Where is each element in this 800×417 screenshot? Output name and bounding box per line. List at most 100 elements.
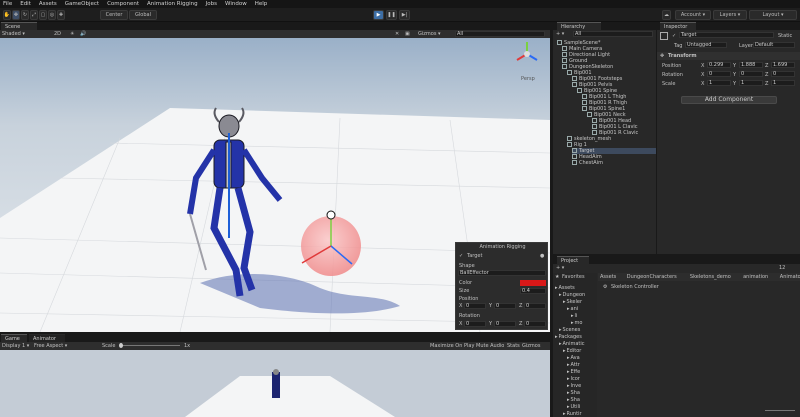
rot-z-field[interactable]: 0 — [524, 321, 546, 327]
project-folder[interactable]: ▸Dungeon — [559, 292, 585, 298]
rotate-tool-icon[interactable]: ↻ — [21, 10, 29, 20]
menu-item[interactable]: Jobs — [206, 1, 217, 7]
tab-animator[interactable]: Animator — [29, 334, 65, 342]
overlay-settings-icon[interactable]: ● — [540, 253, 544, 259]
persp-label[interactable]: Persp — [521, 76, 535, 82]
tab-inspector[interactable]: Inspector — [660, 22, 696, 30]
pos-z-field[interactable]: 0 — [524, 303, 546, 309]
project-folder[interactable]: ▸Scenes — [559, 327, 580, 333]
account-dropdown[interactable]: Account ▾ — [675, 10, 711, 20]
scale-y-field[interactable]: 1 — [739, 80, 763, 86]
scale-slider-handle[interactable] — [119, 343, 123, 348]
project-folder[interactable]: ▸Utili — [567, 404, 580, 410]
tab-game[interactable]: Game — [1, 334, 27, 342]
lighting-icon[interactable]: ☀ — [70, 31, 74, 37]
menu-item[interactable]: Edit — [20, 1, 31, 7]
active-checkbox[interactable]: ✓ — [672, 33, 676, 39]
project-folder[interactable]: ▸Sha — [567, 397, 580, 403]
transform-tool-icon[interactable]: ◎ — [48, 10, 56, 20]
transform-header[interactable]: ✥ Transform — [657, 52, 800, 60]
step-button[interactable]: ▶| — [399, 10, 410, 20]
mode-2d-toggle[interactable]: 2D — [54, 31, 61, 37]
hierarchy-add-button[interactable]: + ▾ — [556, 31, 564, 37]
project-folder[interactable]: ▸Skeler — [563, 299, 582, 305]
global-toggle[interactable]: Global — [129, 10, 157, 20]
pos-x-field[interactable]: 0 — [464, 303, 486, 309]
menu-item[interactable]: Assets — [39, 1, 57, 7]
rotation-x-field[interactable]: 0 — [707, 71, 731, 77]
add-component-button[interactable]: Add Component — [681, 96, 777, 104]
menu-item[interactable]: File — [3, 1, 12, 7]
aspect-dropdown[interactable]: Free Aspect ▾ — [34, 343, 67, 349]
project-folder[interactable]: ▸Runtir — [563, 411, 582, 417]
pos-y-field[interactable]: 0 — [494, 303, 516, 309]
scale-z-field[interactable]: 1 — [771, 80, 795, 86]
project-folder[interactable]: ▸Sha — [567, 390, 580, 396]
project-folder[interactable]: ▸Inve — [567, 383, 581, 389]
favorites-label[interactable]: Favorites — [562, 274, 585, 280]
stats-toggle[interactable]: Stats — [507, 343, 520, 349]
display-dropdown[interactable]: Display 1 ▾ — [2, 343, 29, 349]
project-folder[interactable]: ▸Assets — [555, 285, 575, 291]
play-button[interactable]: ▶ — [373, 10, 384, 20]
breadcrumb-item[interactable]: Assets — [600, 274, 616, 280]
pivot-center-toggle[interactable]: Center — [100, 10, 128, 20]
project-folder[interactable]: ▸Editor — [563, 348, 581, 354]
layers-dropdown[interactable]: Layers ▾ — [713, 10, 747, 20]
static-toggle[interactable]: Static — [778, 33, 792, 39]
icon-size-slider[interactable] — [765, 410, 795, 411]
project-folder[interactable]: ▸Packages — [555, 334, 582, 340]
overlay-checkbox[interactable]: ✓ — [459, 253, 463, 259]
project-folder[interactable]: ▸Icor — [567, 376, 580, 382]
tab-scene[interactable]: Scene — [1, 22, 37, 30]
gameobject-name-field[interactable]: Target — [679, 32, 774, 38]
custom-tool-icon[interactable]: ✚ — [57, 10, 65, 20]
project-folder[interactable]: ▸Animatic — [559, 341, 585, 347]
rotation-y-field[interactable]: 0 — [739, 71, 763, 77]
tools-icon[interactable]: ✕ — [395, 31, 399, 37]
menu-item[interactable]: Help — [255, 1, 268, 7]
hierarchy-item[interactable]: ChestAim — [572, 160, 603, 166]
menu-item[interactable]: Component — [107, 1, 139, 7]
scale-x-field[interactable]: 1 — [707, 80, 731, 86]
scale-slider[interactable] — [120, 345, 180, 346]
breadcrumb-item[interactable]: DungeonCharacters — [627, 274, 677, 280]
hand-tool-icon[interactable]: ✋ — [3, 10, 11, 20]
menu-item[interactable]: Animation Rigging — [147, 1, 198, 7]
maximize-on-play-toggle[interactable]: Maximize On Play — [430, 343, 474, 349]
scale-tool-icon[interactable]: ⤢ — [30, 10, 38, 20]
size-field[interactable]: 0.4 — [520, 288, 546, 294]
project-folder[interactable]: ▸Effe — [567, 369, 580, 375]
breadcrumb-item[interactable]: animation — [743, 274, 768, 280]
move-tool-icon[interactable]: ✥ — [12, 10, 20, 20]
game-gizmos-toggle[interactable]: Gizmos — [522, 343, 540, 349]
rect-tool-icon[interactable]: ▢ — [39, 10, 47, 20]
tag-dropdown[interactable]: Untagged — [685, 42, 727, 48]
pause-button[interactable]: ❚❚ — [386, 10, 397, 20]
mute-audio-toggle[interactable]: Mute Audio — [476, 343, 504, 349]
rotation-z-field[interactable]: 0 — [771, 71, 795, 77]
shading-dropdown[interactable]: Shaded ▾ — [2, 31, 25, 37]
position-x-field[interactable]: 0.299 — [707, 62, 731, 68]
audio-icon[interactable]: 🔊 — [80, 31, 86, 37]
layer-dropdown[interactable]: Default — [753, 42, 795, 48]
layout-dropdown[interactable]: Layout ▾ — [749, 10, 797, 20]
project-folder[interactable]: ▸Ava — [567, 355, 580, 361]
project-folder[interactable]: ▸ani — [567, 306, 578, 312]
breadcrumb-item[interactable]: Animator — [780, 274, 800, 280]
cloud-icon[interactable]: ☁ — [662, 10, 671, 20]
color-swatch[interactable] — [520, 280, 546, 286]
menu-item[interactable]: GameObject — [65, 1, 99, 7]
scene-gizmos-dropdown[interactable]: Gizmos ▾ — [418, 31, 441, 37]
position-y-field[interactable]: 1.888 — [739, 62, 763, 68]
game-viewport[interactable] — [0, 350, 550, 417]
camera-icon[interactable]: ▣ — [405, 31, 410, 37]
breadcrumb-item[interactable]: Skeletons_demo — [690, 274, 731, 280]
project-file-item[interactable]: Skeleton Controller — [611, 284, 659, 290]
tab-hierarchy[interactable]: Hierarchy — [557, 22, 601, 30]
hierarchy-search-input[interactable]: All — [573, 31, 653, 37]
project-folder[interactable]: ▸Attr — [567, 362, 580, 368]
rot-x-field[interactable]: 0 — [464, 321, 486, 327]
scene-search-input[interactable]: All — [455, 31, 545, 37]
position-z-field[interactable]: 1.699 — [771, 62, 795, 68]
